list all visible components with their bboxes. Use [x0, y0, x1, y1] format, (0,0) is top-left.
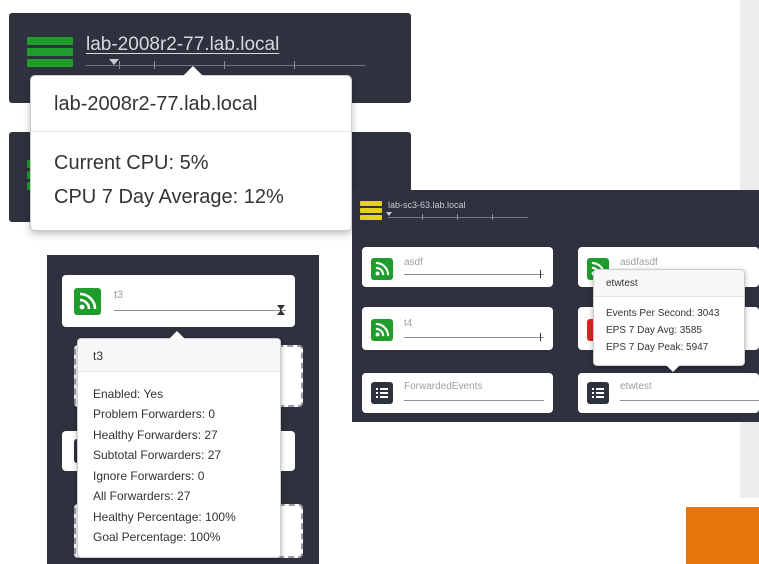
collector-card-etwtest[interactable]: etwtest	[578, 373, 759, 413]
card-label: asdf	[404, 257, 423, 268]
server-icon	[27, 37, 73, 67]
forwarder-card[interactable]: t3	[62, 275, 295, 327]
server-icon	[360, 201, 382, 220]
cpu-track	[86, 65, 366, 66]
list-icon	[371, 382, 393, 404]
card-label: ForwardedEvents	[404, 381, 483, 392]
stat-line: Events Per Second: 3043	[606, 308, 720, 319]
collector-card-asdf[interactable]: asdf	[362, 247, 553, 287]
rss-icon	[371, 258, 393, 280]
card-label: t3	[114, 289, 124, 301]
cpu-popover: lab-2008r2-77.lab.local Current CPU: 5% …	[30, 66, 352, 231]
stat-line: Ignore Forwarders: 0	[93, 469, 205, 483]
stat-line: Problem Forwarders: 0	[93, 407, 216, 421]
card-label: asdfasdf	[620, 257, 658, 268]
list-icon	[587, 382, 609, 404]
stat-line: Subtotal Forwarders: 27	[93, 448, 222, 462]
popover-title: etwtest	[606, 278, 638, 289]
collector-card-t4[interactable]: t4	[362, 307, 553, 350]
collector-card-forwardedevents[interactable]: ForwardedEvents	[362, 373, 553, 413]
stat-line: EPS 7 Day Avg: 3585	[606, 325, 702, 336]
stat-line: Healthy Forwarders: 27	[93, 428, 218, 442]
stat-line: All Forwarders: 27	[93, 489, 191, 503]
current-cpu: Current CPU: 5%	[54, 152, 209, 174]
card-label: t4	[404, 318, 413, 329]
stat-line: Enabled: Yes	[93, 387, 164, 401]
stat-line: EPS 7 Day Peak: 5947	[606, 342, 709, 353]
popover-title: t3	[93, 349, 104, 363]
rss-icon	[371, 319, 393, 341]
forwarder-popover: t3 Enabled: Yes Problem Forwarders: 0 He…	[77, 331, 281, 558]
popover-title: lab-2008r2-77.lab.local	[54, 93, 258, 115]
eps-popover: etwtest Events Per Second: 3043 EPS 7 Da…	[593, 269, 745, 372]
cpu-average: CPU 7 Day Average: 12%	[54, 186, 284, 208]
stat-line: Goal Percentage: 100%	[93, 530, 221, 544]
rss-icon	[74, 288, 101, 315]
cpu-marker[interactable]	[109, 59, 119, 65]
stat-line: Healthy Percentage: 100%	[93, 510, 236, 524]
collector-hostname[interactable]: lab-sc3-63.lab.local	[388, 200, 466, 210]
host-link[interactable]: lab-2008r2-77.lab.local	[86, 34, 279, 56]
accent-block	[686, 507, 759, 564]
card-label: etwtest	[620, 381, 652, 392]
